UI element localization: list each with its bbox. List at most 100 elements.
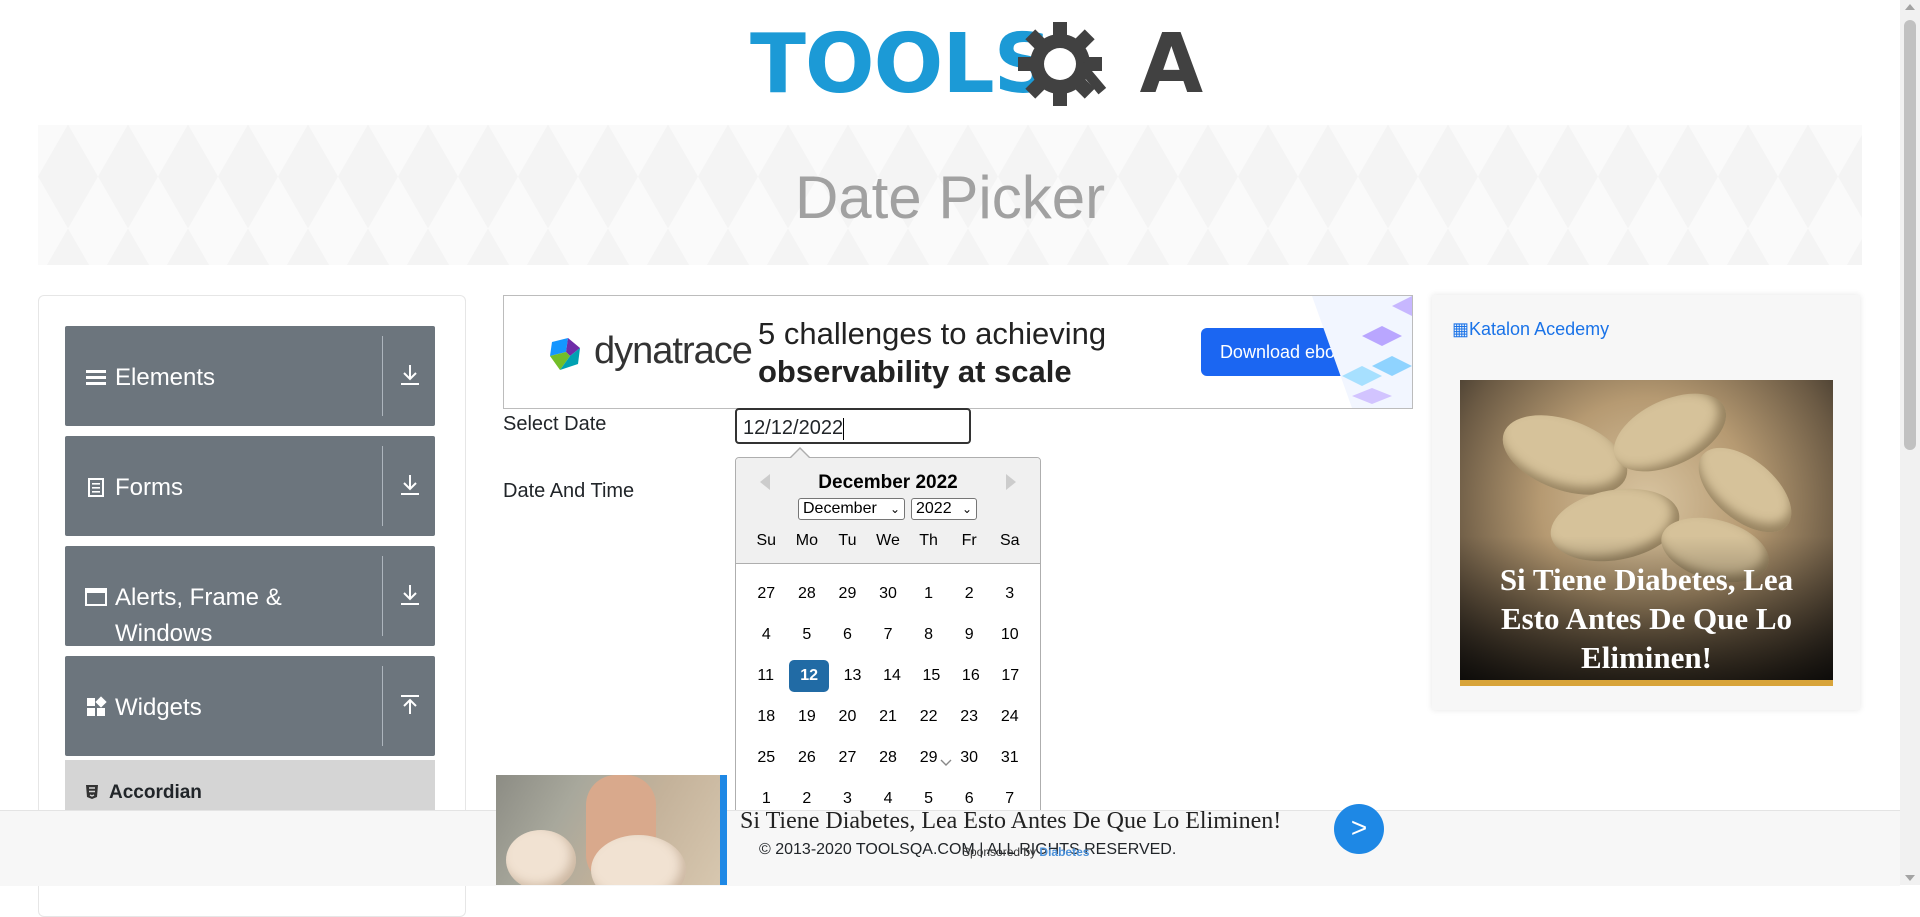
calendar-day[interactable]: 12: [789, 660, 829, 692]
ad-brand: dynatrace: [594, 330, 753, 372]
calendar-day[interactable]: 26: [787, 742, 828, 774]
divider: [382, 446, 383, 526]
calendar-day[interactable]: 13: [833, 660, 872, 692]
calendar-day[interactable]: 14: [872, 660, 911, 692]
scroll-down-icon[interactable]: [940, 757, 952, 769]
week-row: 27 28 29 30 1 2 3: [746, 578, 1030, 619]
datepicker-title: December 2022: [818, 472, 958, 493]
sidebar-group-elements[interactable]: Elements: [65, 326, 435, 426]
calendar-day[interactable]: 6: [827, 619, 868, 651]
sidebar-group-label: Elements: [115, 364, 216, 391]
dynatrace-ad[interactable]: dynatrace 5 challenges to achieving obse…: [503, 295, 1413, 409]
scroll-down-arrow-icon[interactable]: [1905, 875, 1915, 881]
calendar-day[interactable]: 9: [949, 619, 990, 651]
ad-headline-1: 5 challenges to achieving: [758, 316, 1107, 351]
calendar-day[interactable]: 5: [787, 619, 828, 651]
calendar-day[interactable]: 31: [989, 742, 1030, 774]
day-name: Mo: [795, 532, 818, 549]
day-name: Fr: [961, 532, 977, 549]
calendar-day[interactable]: 23: [949, 701, 990, 733]
chevron-down-icon: ⌄: [961, 502, 972, 516]
katalon-ad-panel[interactable]: ▦Katalon Acedemy Si Tiene Diabetes, Lea …: [1432, 295, 1860, 710]
page-scrollbar[interactable]: [1900, 0, 1920, 885]
ad-decoration: [1312, 296, 1412, 408]
cashew-ad-image[interactable]: Si Tiene Diabetes, Lea Esto Antes De Que…: [1460, 380, 1833, 686]
ad-next-button[interactable]: >: [1334, 804, 1384, 854]
calendar-day[interactable]: 28: [787, 578, 828, 610]
date-and-time-label: Date And Time: [503, 480, 635, 502]
calendar-day[interactable]: 18: [746, 701, 787, 733]
datepicker-header: December 2022 December ⌄ 2022 ⌄ Su Mo Tu W…: [736, 458, 1040, 564]
calendar-day[interactable]: 8: [908, 619, 949, 651]
next-month-icon[interactable]: [1006, 474, 1016, 490]
calendar-day[interactable]: 27: [746, 578, 787, 610]
html5-icon: [86, 785, 98, 799]
select-date-input[interactable]: 12/12/2022: [735, 408, 971, 444]
bottom-ad-text[interactable]: Si Tiene Diabetes, Lea Esto Antes De Que…: [740, 808, 1281, 835]
week-row: 4 5 6 7 8 9 10: [746, 619, 1030, 660]
eggs-ad-image[interactable]: [496, 775, 726, 885]
widgets-icon: [87, 696, 107, 716]
calendar-day[interactable]: 11: [746, 660, 785, 692]
day-grid: 27 28 29 30 1 2 3 4 5 6 7 8 9 10 11 12 13 14 15 16 17 18 19 20 2…: [746, 578, 1030, 824]
calendar-day[interactable]: 7: [868, 619, 909, 651]
calendar-day[interactable]: 19: [787, 701, 828, 733]
month-select[interactable]: December ⌄: [798, 498, 905, 520]
scroll-up-arrow-icon[interactable]: [1905, 4, 1915, 10]
year-select[interactable]: 2022 ⌄: [911, 498, 977, 520]
calendar-day[interactable]: 22: [908, 701, 949, 733]
document-icon: [88, 478, 104, 497]
calendar-day[interactable]: 27: [827, 742, 868, 774]
day-name: Th: [919, 532, 938, 549]
katalon-broken-image[interactable]: ▦Katalon Acedemy: [1452, 319, 1609, 340]
calendar-day[interactable]: 4: [746, 619, 787, 651]
sidebar-group-forms[interactable]: Forms: [65, 436, 435, 536]
sidebar-group-widgets[interactable]: Widgets: [65, 656, 435, 756]
calendar-day[interactable]: 17: [991, 660, 1030, 692]
divider: [382, 666, 383, 746]
sidebar-group-alerts[interactable]: Alerts, Frame & Windows: [65, 546, 435, 647]
logo-text: TOOLS A: [750, 17, 1203, 112]
page-banner: Date Picker: [38, 125, 1862, 265]
calendar-day[interactable]: 15: [912, 660, 951, 692]
broken-image-icon: ▦: [1452, 319, 1470, 339]
calendar-day[interactable]: 21: [868, 701, 909, 733]
datepicker-pointer-inner: [791, 449, 809, 458]
download-arrow-icon[interactable]: [395, 470, 425, 500]
datepicker-popup: December 2022 December ⌄ 2022 ⌄ Su Mo Tu W…: [735, 457, 1041, 839]
sidebar-group-label: Alerts, Frame & Windows: [115, 584, 282, 647]
calendar-day[interactable]: 10: [989, 619, 1030, 651]
window-icon: [85, 588, 107, 606]
calendar-day[interactable]: 1: [908, 578, 949, 610]
select-date-label: Select Date: [503, 413, 607, 435]
calendar-day[interactable]: 3: [989, 578, 1030, 610]
sponsor-link[interactable]: Diabetes: [1039, 845, 1089, 859]
calendar-day[interactable]: 28: [868, 742, 909, 774]
ad-headline-2: observability at scale: [758, 354, 1072, 389]
scrollbar-thumb[interactable]: [1904, 20, 1916, 450]
calendar-day[interactable]: 30: [868, 578, 909, 610]
calendar-day[interactable]: 2: [949, 578, 990, 610]
calendar-day[interactable]: 30: [949, 742, 990, 774]
calendar-day[interactable]: 16: [951, 660, 990, 692]
ad-accent-bar: [720, 775, 727, 885]
calendar-day[interactable]: 25: [746, 742, 787, 774]
week-row: 11 12 13 14 15 16 17: [746, 660, 1030, 701]
download-arrow-icon[interactable]: [395, 360, 425, 390]
calendar-day[interactable]: 20: [827, 701, 868, 733]
sponsored-label: Sponsored by Diabetes: [962, 845, 1090, 859]
divider: [382, 556, 383, 636]
calendar-day[interactable]: 29: [827, 578, 868, 610]
gear-icon: [1018, 22, 1107, 106]
divider: [382, 336, 383, 416]
upload-arrow-icon[interactable]: [395, 690, 425, 720]
dynatrace-logo-icon: [550, 338, 580, 370]
page-title: Date Picker: [794, 164, 1106, 231]
toolsqa-logo[interactable]: TOOLS A: [750, 20, 1203, 115]
sidebar-group-label: Forms: [115, 474, 183, 501]
download-arrow-icon[interactable]: [395, 580, 425, 610]
day-name: Su: [756, 532, 777, 549]
calendar-day[interactable]: 24: [989, 701, 1030, 733]
sidebar-item-label: Accordian: [109, 782, 202, 803]
sidebar-group-label: Widgets: [115, 694, 202, 721]
